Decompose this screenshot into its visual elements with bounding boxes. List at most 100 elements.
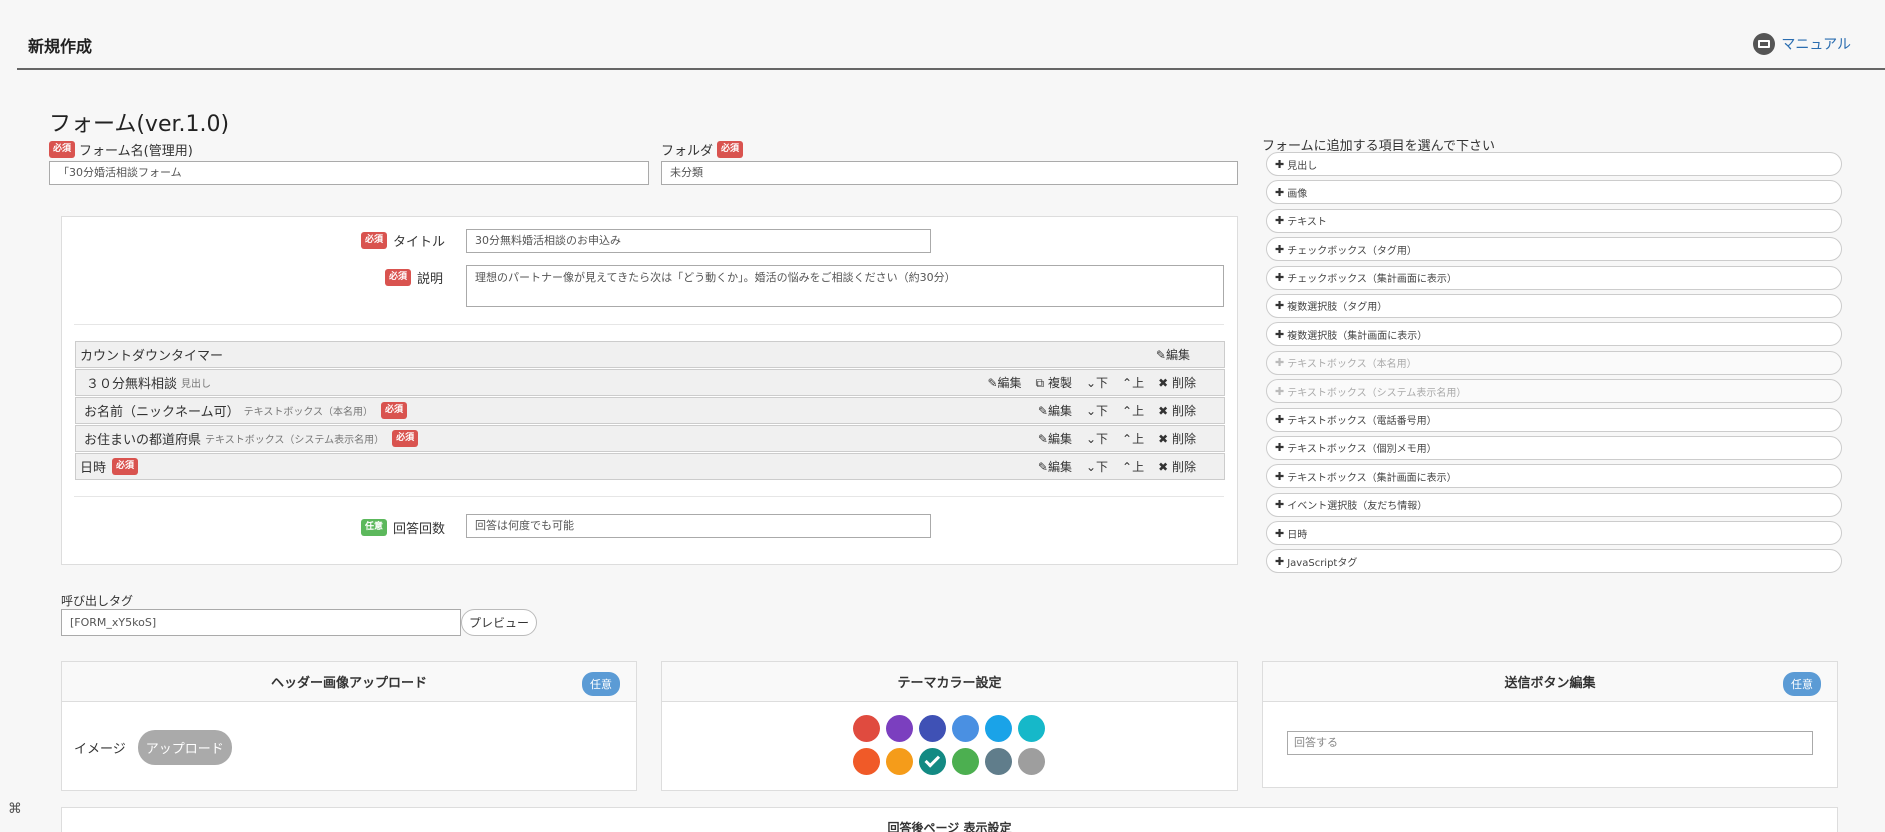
title-label: 必須 タイトル [361, 231, 445, 250]
plus-icon: ✚ [1275, 271, 1285, 285]
plus-icon: ✚ [1275, 441, 1285, 455]
form-editor-panel: 必須 タイトル 30分無料婚活相談のお申込み 必須 説明 理想のパートナー像が見… [61, 216, 1238, 565]
add-item-button[interactable]: ✚ テキストボックス（本名用） [1266, 350, 1842, 375]
move-up-button[interactable]: ⌃上 [1122, 374, 1144, 391]
divider [74, 496, 1224, 497]
submit-button-card: 送信ボタン編集 任意 回答する [1262, 661, 1838, 788]
answer-count-select[interactable]: 回答は何度でも可能 [466, 514, 931, 538]
color-swatch[interactable] [985, 748, 1012, 775]
list-item: ３０分無料相談 見出し ✎編集 ⧉ 複製 ⌄下 ⌃上 ✖ 削除 [75, 369, 1225, 396]
add-item-label: テキスト [1287, 217, 1327, 229]
color-swatch[interactable] [952, 748, 979, 775]
add-item-button[interactable]: ✚ JavaScriptタグ [1266, 549, 1842, 574]
add-item-button[interactable]: ✚ 見出し [1266, 152, 1842, 176]
manual-label: マニュアル [1781, 37, 1851, 53]
required-badge: 必須 [112, 458, 139, 475]
add-item-label: テキストボックス（システム表示名用） [1287, 387, 1467, 399]
description-textarea[interactable]: 理想のパートナー像が見えてきたら次は「どう動くか」。婚活の悩みをご相談ください（… [466, 265, 1224, 307]
call-tag-input[interactable]: [FORM_xY5koS] [61, 609, 461, 636]
plus-icon: ✚ [1275, 356, 1285, 370]
plus-icon: ✚ [1275, 384, 1285, 398]
move-up-button[interactable]: ⌃上 [1122, 402, 1144, 419]
page-title: 新規作成 [28, 37, 93, 56]
folder-select[interactable]: 未分類 [661, 161, 1238, 185]
move-down-button[interactable]: ⌄下 [1086, 374, 1108, 391]
required-badge: 必須 [717, 141, 744, 158]
add-item-label: 複数選択肢（タグ用） [1287, 302, 1388, 314]
add-item-button[interactable]: ✚ 日時 [1266, 521, 1842, 546]
add-item-button[interactable]: ✚ 複数選択肢（集計画面に表示） [1266, 322, 1842, 347]
add-item-button[interactable]: ✚ テキストボックス（個別メモ用） [1266, 435, 1842, 460]
delete-button[interactable]: ✖ 削除 [1158, 374, 1196, 391]
move-down-button[interactable]: ⌄下 [1086, 430, 1108, 447]
move-down-button[interactable]: ⌄下 [1086, 402, 1108, 419]
call-tag-label: 呼び出しタグ [61, 594, 134, 608]
add-item-label: JavaScriptタグ [1287, 557, 1358, 569]
edit-button[interactable]: ✎編集 [1038, 458, 1072, 475]
move-up-button[interactable]: ⌃上 [1122, 430, 1144, 447]
add-item-button[interactable]: ✚ テキストボックス（電話番号用） [1266, 407, 1842, 432]
color-swatch[interactable] [952, 715, 979, 742]
color-swatch[interactable] [985, 715, 1012, 742]
add-item-label: 見出し [1287, 160, 1318, 172]
manual-link[interactable]: マニュアル [1753, 33, 1851, 55]
copy-button[interactable]: ⧉ 複製 [1036, 374, 1072, 391]
preview-button[interactable]: プレビュー [461, 609, 537, 636]
edit-button[interactable]: ✎編集 [987, 374, 1021, 391]
color-swatches [853, 715, 1045, 775]
move-down-button[interactable]: ⌄下 [1086, 458, 1108, 475]
plus-icon: ✚ [1275, 526, 1285, 540]
add-item-label: テキストボックス（集計画面に表示） [1287, 472, 1457, 484]
optional-badge: 任意 [582, 672, 620, 696]
plus-icon: ✚ [1275, 327, 1285, 341]
add-item-label: チェックボックス（集計画面に表示） [1287, 274, 1457, 286]
add-item-button[interactable]: ✚ チェックボックス（集計画面に表示） [1266, 265, 1842, 290]
add-item-button[interactable]: ✚ イベント選択肢（友だち情報） [1266, 492, 1842, 517]
add-item-button[interactable]: ✚ テキストボックス（集計画面に表示） [1266, 464, 1842, 489]
plus-icon: ✚ [1275, 299, 1285, 313]
form-name-input[interactable]: 「30分婚活相談フォーム [49, 161, 649, 185]
add-item-button[interactable]: ✚ チェックボックス（タグ用） [1266, 237, 1842, 262]
add-item-button[interactable]: ✚ 複数選択肢（タグ用） [1266, 293, 1842, 318]
color-swatch-selected[interactable] [919, 748, 946, 775]
command-icon[interactable]: ⌘ [6, 800, 24, 818]
required-badge: 必須 [49, 141, 76, 158]
form-name-label: 必須 フォーム名(管理用) [49, 140, 193, 159]
color-swatch[interactable] [1018, 748, 1045, 775]
color-swatch[interactable] [919, 715, 946, 742]
color-swatch[interactable] [853, 715, 880, 742]
edit-button[interactable]: ✎編集 [1038, 430, 1072, 447]
submit-label-input[interactable]: 回答する [1287, 731, 1813, 755]
card-header: ヘッダー画像アップロード 任意 [62, 662, 636, 702]
color-swatch[interactable] [886, 748, 913, 775]
delete-button[interactable]: ✖ 削除 [1158, 458, 1196, 475]
add-item-label: テキストボックス（本名用） [1287, 359, 1417, 371]
upload-row: イメージ アップロード [74, 730, 232, 765]
add-item-button[interactable]: ✚ テキストボックス（システム表示名用） [1266, 379, 1842, 404]
edit-button[interactable]: ✎編集 [1038, 402, 1072, 419]
list-item: お名前（ニックネーム可） テキストボックス（本名用） 必須 ✎編集 ⌄下 ⌃上 … [75, 397, 1225, 424]
form-heading: フォーム(ver.1.0) [49, 112, 230, 137]
book-icon [1753, 33, 1776, 55]
plus-icon: ✚ [1275, 185, 1285, 199]
countdown-timer-row: カウントダウンタイマー ✎編集 [75, 341, 1225, 368]
color-swatch[interactable] [853, 748, 880, 775]
plus-icon: ✚ [1275, 242, 1285, 256]
add-item-label: テキストボックス（個別メモ用） [1287, 444, 1437, 456]
move-up-button[interactable]: ⌃上 [1122, 458, 1144, 475]
plus-icon: ✚ [1275, 413, 1285, 427]
edit-button[interactable]: ✎編集 [1156, 346, 1190, 363]
add-item-button[interactable]: ✚ テキスト [1266, 208, 1842, 233]
plus-icon: ✚ [1275, 157, 1285, 171]
add-item-label: イベント選択肢（友だち情報） [1287, 501, 1428, 513]
after-page-settings-card: 回答後ページ 表示設定 [61, 807, 1838, 832]
upload-button[interactable]: アップロード [137, 730, 232, 765]
add-item-button[interactable]: ✚ 画像 [1266, 180, 1842, 205]
color-swatch[interactable] [1018, 715, 1045, 742]
delete-button[interactable]: ✖ 削除 [1158, 402, 1196, 419]
add-item-list: ✚ 見出し ✚ 画像 ✚ テキスト ✚ チェックボックス（タグ用） ✚ チェックボックス（集計画面… [1266, 152, 1842, 578]
title-input[interactable]: 30分無料婚活相談のお申込み [466, 229, 931, 253]
color-swatch[interactable] [886, 715, 913, 742]
card-header: テーマカラー設定 [662, 662, 1237, 702]
delete-button[interactable]: ✖ 削除 [1158, 430, 1196, 447]
